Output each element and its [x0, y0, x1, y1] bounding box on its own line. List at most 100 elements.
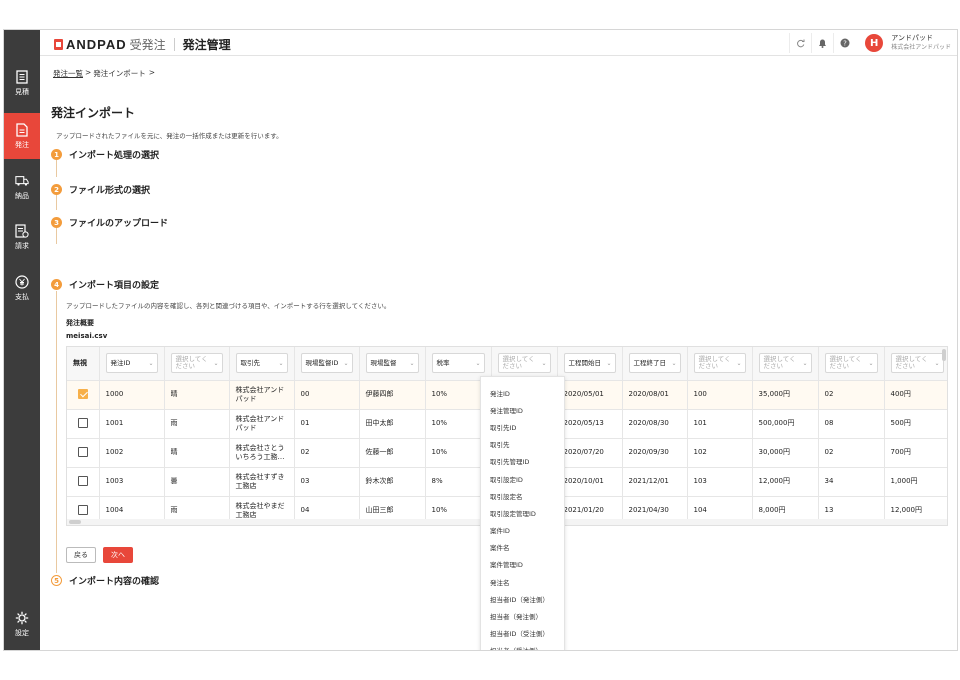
step-4[interactable]: 4 インポート項目の設定	[51, 278, 159, 291]
top-header: ANDPAD 受発注 発注管理 ? H アンドパッド 株式会社アンドパッド	[40, 30, 957, 56]
sidebar-item-estimate[interactable]: 見積	[4, 60, 40, 106]
ignore-checkbox[interactable]	[77, 446, 88, 457]
dropdown-option[interactable]: 発注ID	[481, 384, 564, 401]
step-2[interactable]: 2 ファイル形式の選択	[51, 183, 150, 196]
notification-button[interactable]	[811, 33, 833, 53]
chevron-down-icon: ⌄	[736, 359, 742, 367]
scrollbar-thumb[interactable]	[69, 520, 81, 524]
column-header: 現場監督ID ⌄	[294, 347, 360, 381]
step-label: ファイル形式の選択	[69, 186, 151, 196]
dropdown-option[interactable]: 取引先	[481, 436, 564, 453]
header-divider	[173, 38, 175, 51]
dropdown-option[interactable]: 担当者（受注側）	[481, 642, 564, 650]
breadcrumb-link-order-list[interactable]: 発注一覧	[53, 68, 83, 79]
page-description: アップロードされたファイルを元に、発注の一括作成または更新を行います。	[56, 132, 283, 140]
chevron-down-icon: ⌄	[278, 359, 284, 367]
chevron-down-icon: ⌄	[475, 359, 481, 367]
product-name: 受発注	[129, 38, 166, 52]
chevron-down-icon: ⌄	[802, 359, 808, 367]
column-mapping-select[interactable]: 選択してください ⌄	[693, 353, 746, 374]
column-mapping-select[interactable]: 税率 ⌄	[431, 353, 485, 374]
table-cell: 02	[818, 438, 885, 468]
dropdown-option[interactable]: 取引設定管理ID	[481, 504, 564, 521]
chevron-down-icon: ⌄	[409, 359, 415, 367]
delivery-icon	[15, 174, 29, 188]
sidebar: 見積 発注 納品 請求 支払 設定	[4, 30, 40, 650]
back-button[interactable]: 戻る	[66, 547, 96, 563]
select-value: 税率	[436, 358, 450, 367]
main-content: 発注一覧 > 発注インポート > 発注インポート アップロードされたファイルを元…	[40, 56, 957, 650]
dropdown-option[interactable]: 案件ID	[481, 522, 564, 539]
column-mapping-select[interactable]: 取引先 ⌄	[235, 353, 288, 374]
column-mapping-select[interactable]: 工程開始日 ⌄	[563, 353, 616, 374]
chevron-down-icon: ⌄	[606, 359, 612, 367]
dropdown-option[interactable]: 担当者（発注側）	[481, 607, 564, 624]
table-cell: 2021/12/01	[622, 467, 688, 497]
brand[interactable]: ANDPAD 受発注 発注管理	[54, 36, 231, 53]
column-mapping-select[interactable]: 選択してください ⌄	[890, 353, 944, 374]
dropdown-option[interactable]: 発注名	[481, 573, 564, 590]
sidebar-item-label: 見積	[15, 87, 29, 96]
user-info[interactable]: アンドパッド 株式会社アンドパッド	[891, 34, 951, 52]
sidebar-item-payment[interactable]: 支払	[4, 265, 40, 311]
dropdown-option[interactable]: 取引設定ID	[481, 470, 564, 487]
dropdown-option[interactable]: 案件管理ID	[481, 556, 564, 573]
refresh-button[interactable]	[789, 33, 811, 53]
chevron-down-icon: ⌄	[343, 359, 349, 367]
column-mapping-select[interactable]: 選択してください ⌄	[824, 353, 878, 374]
dropdown-option[interactable]: 取引設定名	[481, 487, 564, 504]
table-cell: 12,000円	[752, 467, 819, 497]
dropdown-option[interactable]: 取引先ID	[481, 418, 564, 435]
ignore-checkbox[interactable]	[77, 475, 88, 486]
vertical-scrollbar[interactable]	[942, 349, 946, 361]
sidebar-item-delivery[interactable]: 納品	[4, 164, 40, 210]
table-cell: 株式会社さとういちろう工務…	[229, 438, 295, 468]
table-cell: 曇	[164, 467, 230, 497]
sidebar-item-order[interactable]: 発注	[4, 113, 40, 159]
step-5[interactable]: 5 インポート内容の確認	[51, 574, 159, 587]
column-mapping-select[interactable]: 現場監督 ⌄	[365, 353, 419, 374]
select-value: 選択してください	[502, 354, 535, 371]
table-cell: 2020/05/13	[557, 409, 623, 439]
column-mapping-select[interactable]: 選択してください ⌄	[170, 353, 223, 374]
table-cell: 2020/08/30	[622, 409, 688, 439]
dropdown-option[interactable]: 発注管理ID	[481, 401, 564, 418]
column-header: 選択してください ⌄	[164, 347, 230, 381]
step-1[interactable]: 1 インポート処理の選択	[51, 148, 159, 161]
column-header: 選択してください ⌄	[818, 347, 885, 381]
andpad-logo-icon	[54, 39, 63, 50]
dropdown-option[interactable]: 案件名	[481, 539, 564, 556]
sidebar-item-invoice[interactable]: 請求	[4, 214, 40, 260]
select-value: 選択してください	[829, 354, 862, 371]
ignore-checkbox[interactable]	[77, 417, 88, 428]
column-mapping-select[interactable]: 工程終了日 ⌄	[628, 353, 681, 374]
avatar[interactable]: H	[865, 34, 884, 52]
table-cell: 晴	[164, 438, 230, 468]
dropdown-option[interactable]: 担当者ID（受注側）	[481, 625, 564, 642]
step-connector	[56, 291, 57, 573]
column-mapping-dropdown: 発注ID 発注管理ID 取引先ID 取引先 取引先管理ID 取引設定ID 取引設定名 取引設定…	[480, 376, 565, 650]
table-cell: 02	[818, 380, 885, 410]
ignore-checkbox[interactable]	[77, 504, 88, 515]
column-header: 工程開始日 ⌄	[557, 347, 623, 381]
bell-icon	[819, 39, 827, 48]
row-checkbox-cell	[67, 380, 100, 410]
help-button[interactable]: ?	[833, 33, 855, 53]
page-title: 発注インポート	[51, 106, 136, 120]
step-3[interactable]: 3 ファイルのアップロード	[51, 216, 168, 229]
table-cell: 500円	[884, 409, 947, 439]
column-mapping-select[interactable]: 発注ID ⌄	[105, 353, 158, 374]
step-label: インポート処理の選択	[69, 151, 160, 161]
breadcrumb-separator: >	[85, 68, 92, 77]
dropdown-option[interactable]: 取引先管理ID	[481, 453, 564, 470]
next-button[interactable]: 次へ	[103, 547, 133, 563]
dropdown-option[interactable]: 担当者ID（発注側）	[481, 590, 564, 607]
table-cell: 2020/10/01	[557, 467, 623, 497]
column-mapping-select[interactable]: 現場監督ID ⌄	[300, 353, 353, 374]
column-mapping-select[interactable]: 選択してください ⌄	[758, 353, 812, 374]
column-mapping-select[interactable]: 選択してください ⌄	[497, 353, 551, 374]
table-cell: 1003	[99, 467, 165, 497]
sidebar-item-settings[interactable]: 設定	[4, 601, 40, 647]
breadcrumb-separator: >	[148, 68, 156, 77]
ignore-checkbox[interactable]	[77, 388, 88, 399]
